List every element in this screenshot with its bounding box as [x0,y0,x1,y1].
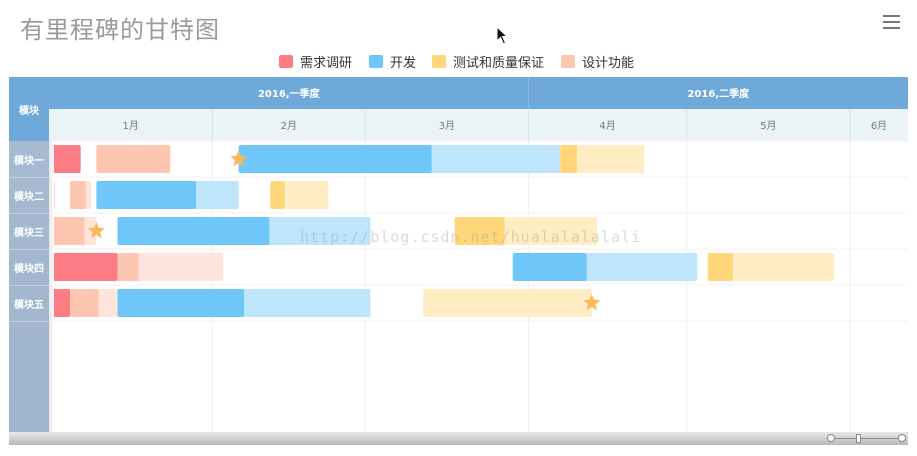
task-progress [49,253,118,281]
legend-item-design[interactable]: 设计功能 [561,52,634,71]
legend-label: 需求调研 [300,56,353,71]
row-shadow [49,141,54,433]
module-label[interactable]: 模块三 [9,213,49,249]
watermark: http://blog.csdn.net/hualalalalali [300,228,642,246]
task-progress [117,253,139,281]
task-progress [117,217,270,245]
quarter-header [49,77,908,109]
module-label[interactable]: 模块一 [9,141,49,177]
zoom-min-handle[interactable] [827,434,835,442]
month-label: 2月 [281,120,297,132]
month-label: 1月 [122,120,138,132]
legend-label: 开发 [390,56,417,71]
month-label: 3月 [439,120,455,132]
gantt-chart: 模块 模块一 模块二 模块三 模块四 模块五 2016,一季度 2016,二季度 1… [9,77,908,445]
scrollbar[interactable] [9,432,908,445]
legend-item-requirements[interactable]: 需求调研 [279,52,352,71]
task-progress [96,145,171,173]
legend-swatch [432,55,446,68]
month-label: 5月 [760,120,776,132]
task-progress [70,289,99,317]
mouse-cursor-icon [496,26,509,45]
task-progress [117,289,244,317]
legend-label: 设计功能 [582,56,635,71]
legend-item-testing[interactable]: 测试和质量保证 [432,52,544,71]
module-header: 模块 [9,77,49,141]
task-progress [238,145,432,173]
task-progress [70,181,86,209]
month-label: 6月 [871,120,887,132]
month-header [49,109,908,141]
gantt-plot: 2016,一季度 2016,二季度 1月 2月 3月 4月 5月 6月 [49,77,908,433]
legend-item-development[interactable]: 开发 [369,52,416,71]
month-label: 4月 [599,120,615,132]
task-progress [270,181,285,209]
task-progress [49,217,85,245]
menu-icon[interactable] [883,15,900,29]
task-progress [560,145,578,173]
module-label[interactable]: 模块五 [9,285,49,321]
quarter-label: 2016,一季度 [258,87,321,100]
module-label[interactable]: 模块二 [9,177,49,213]
chart-title: 有里程碑的甘特图 [20,16,220,44]
module-divider [9,321,49,322]
module-label[interactable]: 模块四 [9,249,49,285]
legend: 需求调研 开发 测试和质量保证 设计功能 [0,52,917,71]
task-bar [423,289,592,317]
task-progress [707,253,734,281]
zoom-max-handle[interactable] [898,434,906,442]
task-progress [96,181,197,209]
legend-swatch [279,55,293,68]
zoom-track [831,438,903,439]
quarter-label: 2016,二季度 [687,87,750,100]
legend-label: 测试和质量保证 [453,56,545,71]
legend-swatch [561,55,575,68]
legend-swatch [369,55,383,68]
task-progress [512,253,587,281]
zoom-slider-handle[interactable] [856,434,861,443]
